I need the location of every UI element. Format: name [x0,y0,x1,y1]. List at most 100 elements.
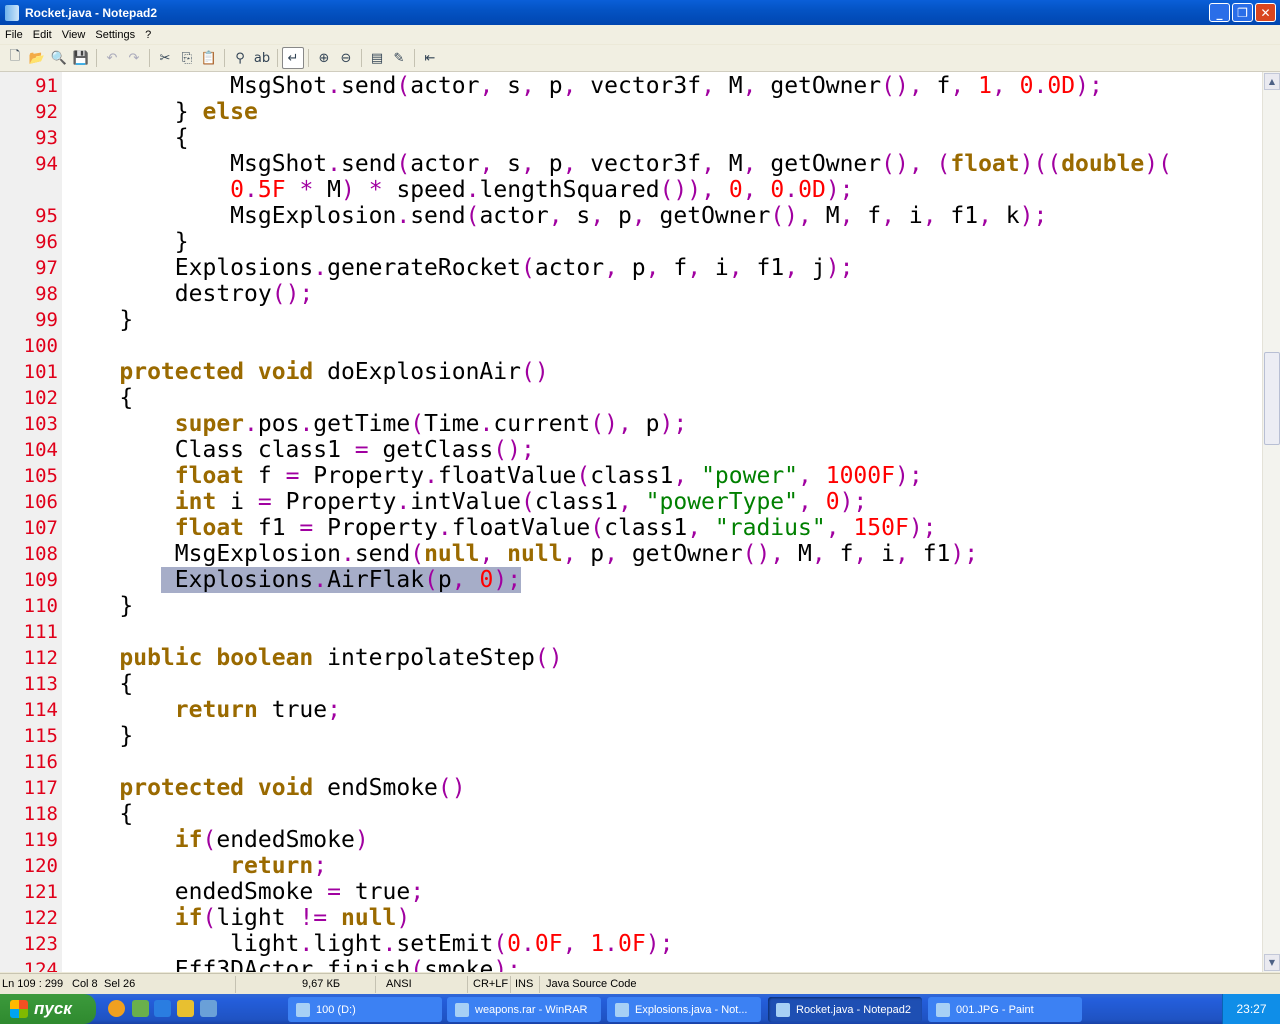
code-line[interactable]: 95 MsgExplosion.send(actor, s, p, getOwn… [0,203,1262,229]
save-button[interactable]: 💾 [70,47,92,69]
code-line[interactable]: 111 [0,619,1262,645]
scheme-button[interactable]: ▤ [366,47,388,69]
code-line[interactable]: 96 } [0,229,1262,255]
toolbar-separator [308,49,309,67]
minimize-button[interactable]: _ [1209,3,1230,22]
code-line[interactable]: 120 return; [0,853,1262,879]
code-text: super.pos.getTime(Time.current(), p); [174,411,688,437]
status-encoding[interactable]: ANSI [386,978,412,990]
menu-settings[interactable]: Settings [90,29,140,41]
code-line[interactable]: 91 MsgShot.send(actor, s, p, vector3f, M… [0,73,1262,99]
quicklaunch-app-icon[interactable] [200,1000,217,1017]
line-number: 98 [35,283,58,305]
vertical-scrollbar[interactable]: ▲ ▼ [1262,72,1280,972]
toolbar-separator [361,49,362,67]
menu-edit[interactable]: Edit [28,29,57,41]
taskbar-button[interactable]: 001.JPG - Paint [928,997,1082,1022]
code-line[interactable]: 119 if(endedSmoke) [0,827,1262,853]
taskbar-button[interactable]: 100 (D:) [288,997,442,1022]
quicklaunch-avast-icon[interactable] [108,1000,125,1017]
code-line[interactable]: 115 } [0,723,1262,749]
code-line[interactable]: 109 Explosions.AirFlak(p, 0); [0,567,1262,593]
code-line[interactable]: 113 { [0,671,1262,697]
menu-file[interactable]: File [0,29,28,41]
status-eol[interactable]: CR+LF [473,978,508,990]
code-line[interactable]: 106 int i = Property.intValue(class1, "p… [0,489,1262,515]
exit-button[interactable]: ⇤ [419,47,441,69]
cut-button[interactable]: ✂ [154,47,176,69]
browse-button[interactable]: 🔍 [48,47,70,69]
copy-icon: ⎘ [181,50,193,66]
line-number: 105 [23,465,58,487]
code-editor[interactable]: 91 MsgShot.send(actor, s, p, vector3f, M… [0,72,1262,972]
code-line[interactable]: 103 super.pos.getTime(Time.current(), p)… [0,411,1262,437]
code-line[interactable]: 99 } [0,307,1262,333]
menu-help[interactable]: ? [140,29,156,41]
clock[interactable]: 23:27 [1236,1002,1266,1016]
scroll-up-button[interactable]: ▲ [1264,73,1280,90]
code-line[interactable]: 101 protected void doExplosionAir() [0,359,1262,385]
code-line[interactable]: 117 protected void endSmoke() [0,775,1262,801]
code-line[interactable]: 124 Eff3DActor.finish(smoke); [0,957,1262,972]
close-button[interactable]: ✕ [1255,3,1276,22]
code-line[interactable]: 108 MsgExplosion.send(null, null, p, get… [0,541,1262,567]
quicklaunch-daemon-icon[interactable] [154,1000,171,1017]
code-line[interactable]: 92 } else [0,99,1262,125]
code-line[interactable]: 102 { [0,385,1262,411]
code-line[interactable]: 121 endedSmoke = true; [0,879,1262,905]
paste-button[interactable]: 📋 [198,47,220,69]
code-line[interactable]: 0.5F * M) * speed.lengthSquared()), 0, 0… [0,177,1262,203]
start-button[interactable]: пуск [0,994,96,1024]
taskbar-button[interactable]: weapons.rar - WinRAR [447,997,601,1022]
code-line[interactable]: 123 light.light.setEmit(0.0F, 1.0F); [0,931,1262,957]
taskbar-button[interactable]: Explosions.java - Not... [607,997,761,1022]
code-line[interactable]: 105 float f = Property.floatValue(class1… [0,463,1262,489]
code-text: int i = Property.intValue(class1, "power… [174,489,868,515]
line-number: 102 [23,387,58,409]
redo-button[interactable]: ↷ [123,47,145,69]
customize-scheme-button[interactable]: ✎ [388,47,410,69]
code-line[interactable]: 112 public boolean interpolateStep() [0,645,1262,671]
code-line[interactable]: 97 Explosions.generateRocket(actor, p, f… [0,255,1262,281]
find-button[interactable]: ⚲ [229,47,251,69]
copy-button[interactable]: ⎘ [176,47,198,69]
code-line[interactable]: 118 { [0,801,1262,827]
code-line[interactable]: 93 { [0,125,1262,151]
code-text: { [64,801,134,827]
line-number: 118 [23,803,58,825]
line-number: 110 [23,595,58,617]
code-line[interactable]: 100 [0,333,1262,359]
code-line[interactable]: 116 [0,749,1262,775]
scroll-down-button[interactable]: ▼ [1264,954,1280,971]
zoom-in-icon: ⊕ [318,50,330,66]
line-number: 100 [23,335,58,357]
code-line[interactable]: 98 destroy(); [0,281,1262,307]
menu-view[interactable]: View [57,29,91,41]
zoom-out-icon: ⊖ [340,50,352,66]
new-file-icon: 🗋 [9,49,21,64]
code-line[interactable]: 110 } [0,593,1262,619]
code-text: protected void doExplosionAir() [119,359,549,385]
zoom-out-button[interactable]: ⊖ [335,47,357,69]
word-wrap-button[interactable]: ↵ [282,47,304,69]
code-line[interactable]: 107 float f1 = Property.floatValue(class… [0,515,1262,541]
undo-button[interactable]: ↶ [101,47,123,69]
code-line[interactable]: 104 Class class1 = getClass(); [0,437,1262,463]
line-number: 103 [23,413,58,435]
open-folder-button[interactable]: 📂 [26,47,48,69]
status-scheme[interactable]: Java Source Code [546,978,637,990]
undo-icon: ↶ [106,50,118,66]
line-number: 123 [23,933,58,955]
scroll-thumb[interactable] [1264,352,1280,445]
code-line[interactable]: 94 MsgShot.send(actor, s, p, vector3f, M… [0,151,1262,177]
code-line[interactable]: 114 return true; [0,697,1262,723]
code-line[interactable]: 122 if(light != null) [0,905,1262,931]
taskbar-button[interactable]: Rocket.java - Notepad2 [768,997,922,1022]
quicklaunch-network-icon[interactable] [132,1000,149,1017]
replace-button[interactable]: ab [251,47,273,69]
new-file-button[interactable]: 🗋 [4,47,26,69]
task-app-icon [776,1002,790,1017]
zoom-in-button[interactable]: ⊕ [313,47,335,69]
maximize-button[interactable]: ❐ [1232,3,1253,22]
quicklaunch-lightning-icon[interactable] [177,1000,194,1017]
